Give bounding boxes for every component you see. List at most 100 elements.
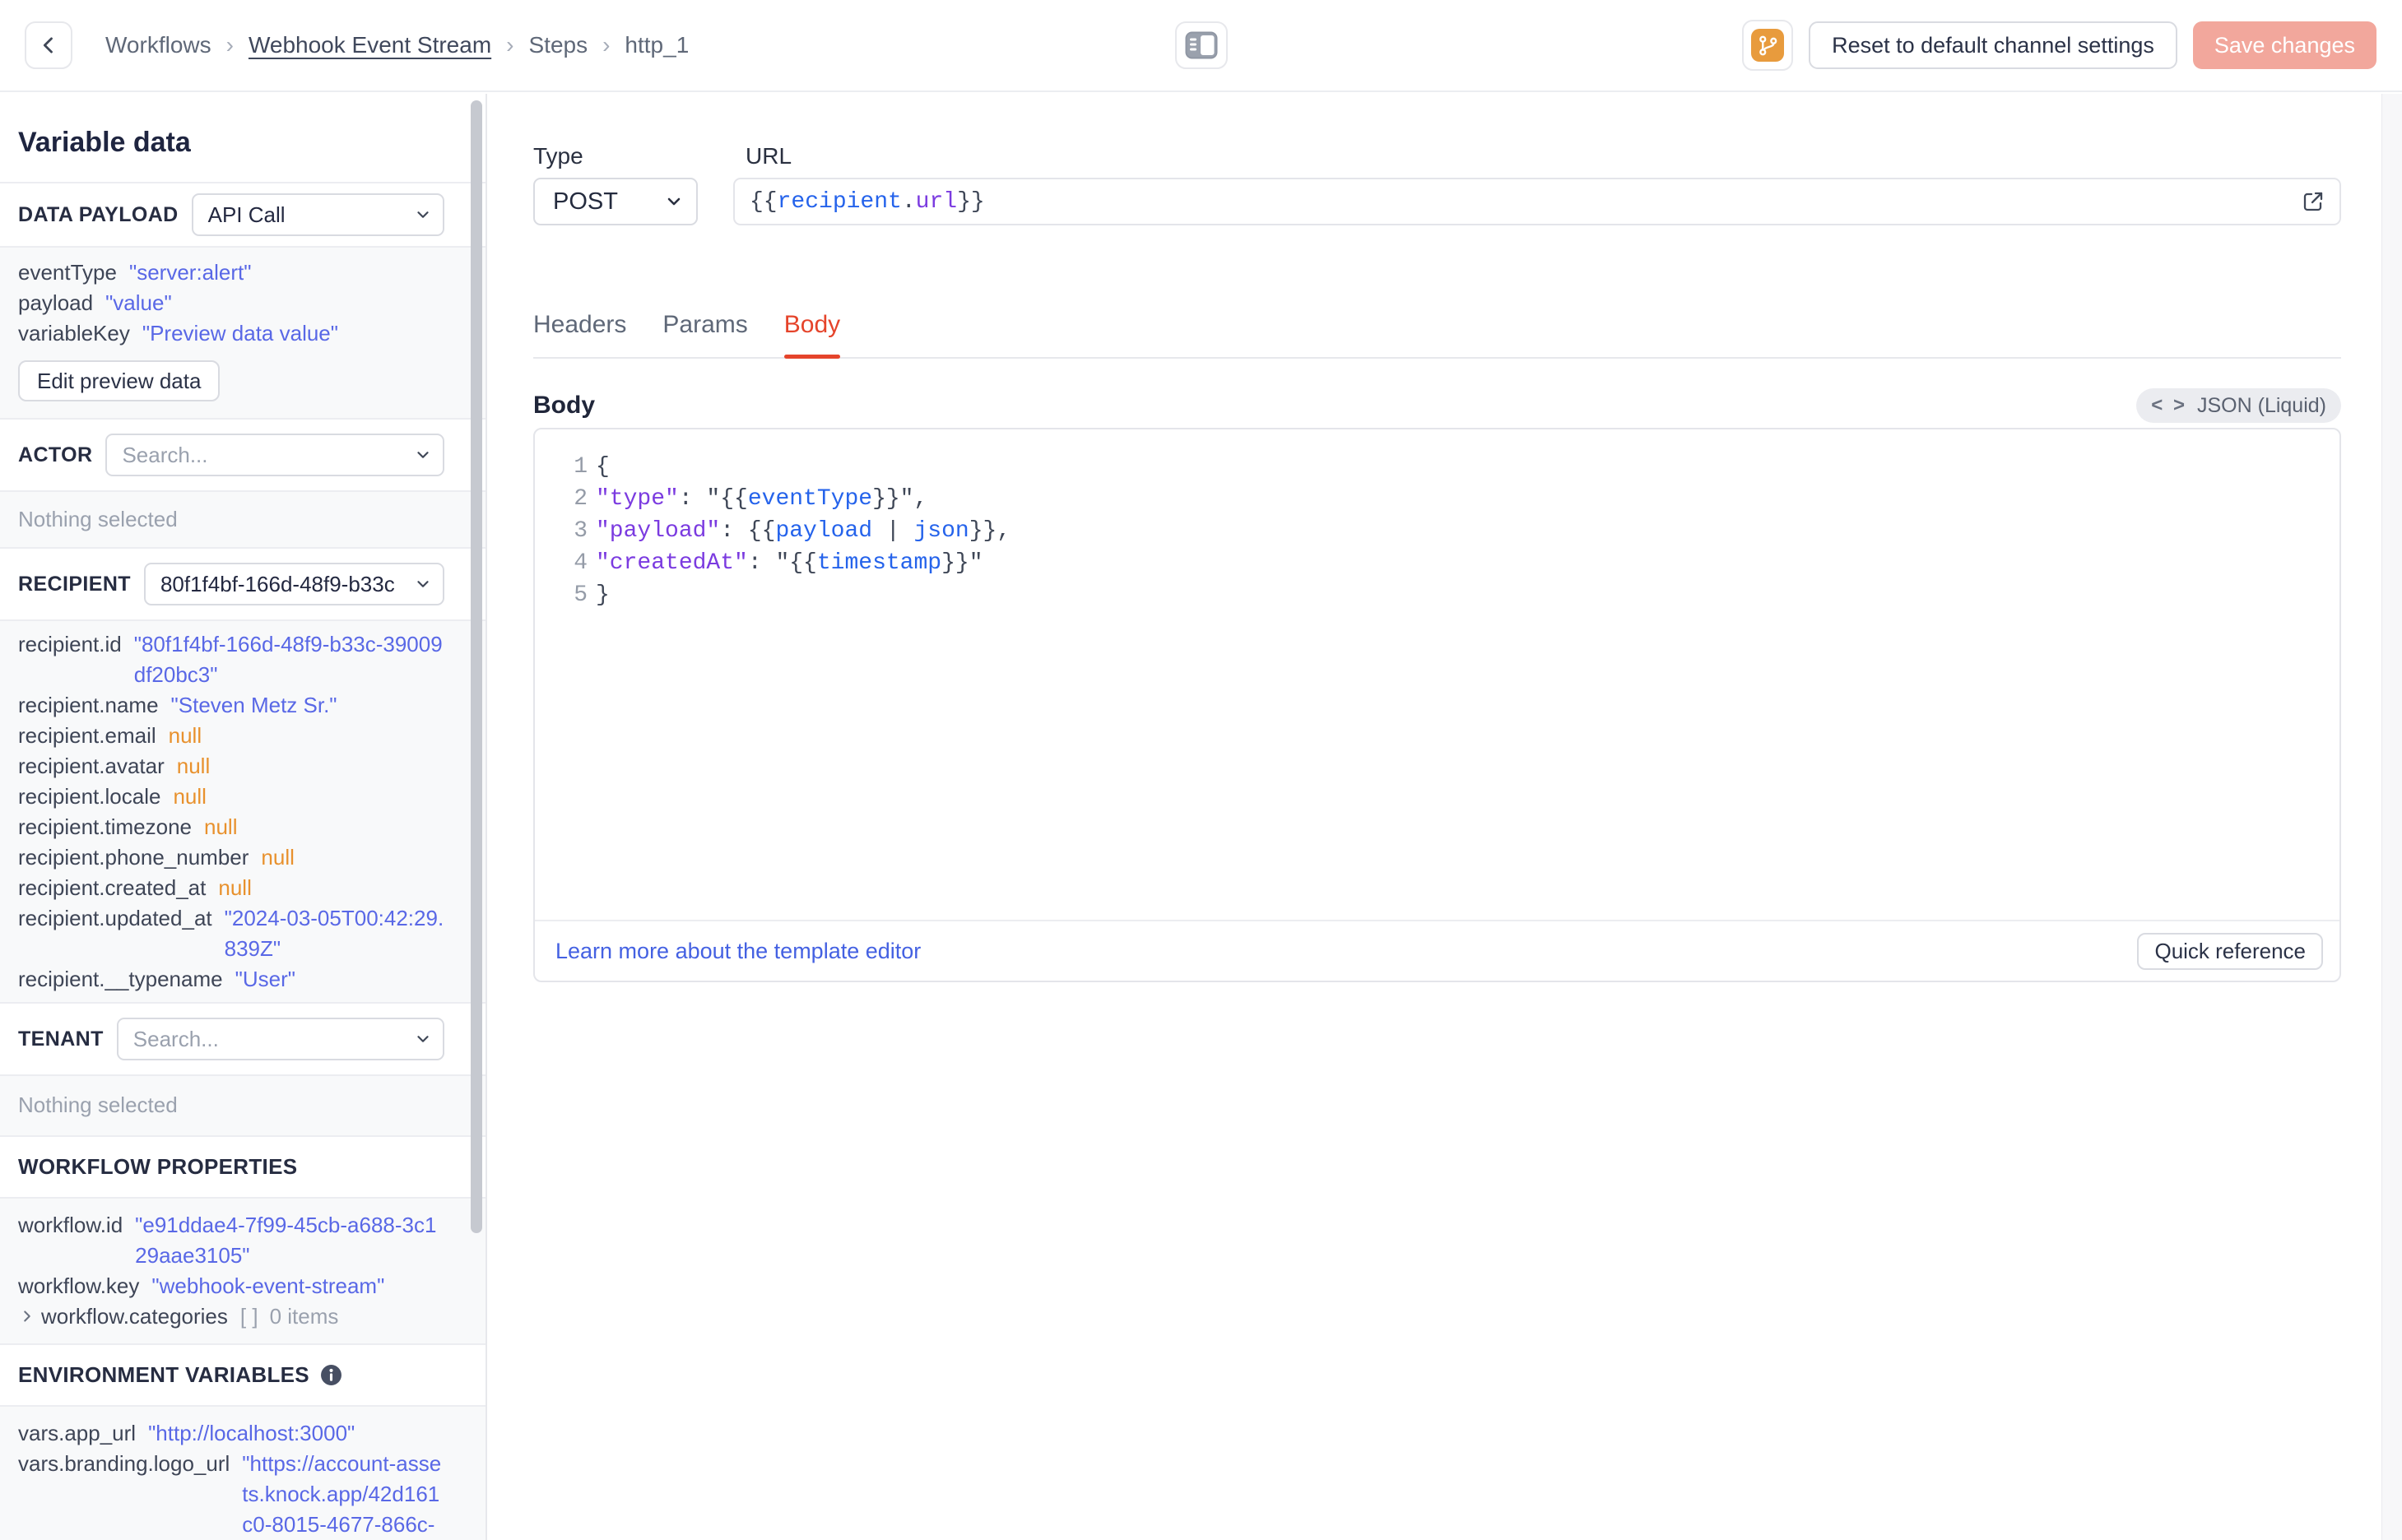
variable-value: "User" bbox=[235, 967, 295, 991]
toggle-sidebar-button[interactable] bbox=[1174, 21, 1228, 69]
sidebar-scrollbar[interactable] bbox=[471, 100, 482, 1233]
variable-value: "http://localhost:3000" bbox=[148, 1421, 355, 1445]
env-fields: vars.app_url "http://localhost:3000" vars.… bbox=[18, 1418, 444, 1540]
breadcrumb-item-steps[interactable]: Steps bbox=[528, 32, 588, 58]
variable-row: workflow.id "e91ddae4-7f99-45cb-a688-3c12… bbox=[18, 1210, 444, 1271]
code-line: 2 "type": "{{eventType}}", bbox=[535, 483, 2339, 515]
code-line: 5} bbox=[535, 579, 2339, 611]
url-value: {{recipient.url}} bbox=[750, 189, 985, 215]
tab-params[interactable]: Params bbox=[662, 311, 747, 357]
token-p: { bbox=[596, 454, 610, 480]
line-number: 2 bbox=[574, 486, 588, 512]
actor-search-select[interactable]: Search... bbox=[105, 434, 444, 476]
variable-value: "server:alert" bbox=[128, 260, 252, 285]
tab-headers[interactable]: Headers bbox=[533, 311, 626, 357]
recipient-fields: recipient.id "80f1f4bf-166d-48f9-b33c-390… bbox=[18, 629, 444, 995]
workflow-categories-bracket: [ ] bbox=[239, 1304, 258, 1329]
token-key: url bbox=[915, 188, 958, 215]
variable-row: recipient.timezone null bbox=[18, 812, 444, 842]
line-number: 3 bbox=[574, 518, 588, 544]
data-payload-fields: eventType "server:alert" payload "value" var… bbox=[18, 257, 444, 349]
breadcrumb-item-workflows[interactable]: Workflows bbox=[105, 32, 211, 58]
page-scrollbar-track[interactable] bbox=[2381, 94, 2402, 1540]
tenant-empty-state: Nothing selected bbox=[0, 1076, 486, 1137]
environment-variables-label: ENVIRONMENT VARIABLES bbox=[18, 1362, 309, 1387]
data-payload-selected-value: API Call bbox=[207, 202, 286, 227]
token-p: }} bbox=[957, 188, 985, 215]
variable-value: "Steven Metz Sr." bbox=[170, 693, 337, 717]
variable-row: eventType "server:alert" bbox=[18, 257, 444, 288]
token-p: . bbox=[901, 188, 916, 215]
variable-value: "80f1f4bf-166d-48f9-b33c-39009df20bc3" bbox=[133, 632, 443, 687]
data-payload-label: DATA PAYLOAD bbox=[18, 202, 179, 226]
token-p: }}", bbox=[872, 486, 928, 512]
git-branch-icon bbox=[1751, 29, 1785, 62]
token-key: "type" bbox=[596, 486, 679, 512]
token-var: timestamp bbox=[816, 550, 942, 576]
workflow-categories-row[interactable]: workflow.categories [ ] 0 items bbox=[18, 1301, 444, 1332]
request-config-row: Type POST URL {{recipient.url}} bbox=[533, 143, 2341, 225]
quick-reference-button[interactable]: Quick reference bbox=[2137, 932, 2323, 970]
variable-key: recipient.phone_number bbox=[18, 845, 249, 870]
workflow-fields: workflow.id "e91ddae4-7f99-45cb-a688-3c12… bbox=[18, 1210, 444, 1301]
reset-channel-settings-button[interactable]: Reset to default channel settings bbox=[1809, 21, 2177, 69]
code-editor-area[interactable]: 1{2 "type": "{{eventType}}", 3 "payload": {… bbox=[535, 429, 2339, 920]
commit-changes-button[interactable] bbox=[1742, 20, 1794, 71]
tenant-row: TENANT Search... bbox=[0, 1004, 486, 1076]
edit-preview-data-button[interactable]: Edit preview data bbox=[18, 360, 221, 401]
template-editor-docs-link[interactable]: Learn more about the template editor bbox=[555, 939, 921, 964]
variable-row: recipient.avatar null bbox=[18, 751, 444, 782]
variable-row: recipient.__typename "User" bbox=[18, 964, 444, 995]
recipient-selected-value: 80f1f4bf-166d-48f9-b33c bbox=[160, 571, 395, 596]
code-line: 3 "payload": {{payload | json}}, bbox=[535, 515, 2339, 547]
variable-row: vars.branding.logo_url "https://account-a… bbox=[18, 1449, 444, 1540]
variable-row: recipient.locale null bbox=[18, 782, 444, 812]
data-payload-select[interactable]: API Call bbox=[191, 193, 444, 236]
token-key: "payload" bbox=[596, 518, 721, 544]
topbar-actions: Reset to default channel settings Save c… bbox=[1742, 20, 2376, 71]
token-var: payload bbox=[775, 518, 873, 544]
variable-key: recipient.created_at bbox=[18, 875, 207, 900]
actor-label: ACTOR bbox=[18, 443, 93, 466]
variable-value: "Preview data value" bbox=[142, 321, 338, 346]
sidebar-panel-icon bbox=[1185, 31, 1218, 59]
variable-row: recipient.created_at null bbox=[18, 873, 444, 903]
method-select[interactable]: POST bbox=[533, 178, 698, 225]
tab-body[interactable]: Body bbox=[783, 311, 841, 359]
variable-value: null bbox=[218, 875, 252, 900]
variable-row: recipient.name "Steven Metz Sr." bbox=[18, 690, 444, 721]
sidebar-title: Variable data bbox=[0, 94, 486, 183]
variable-row: payload "value" bbox=[18, 288, 444, 318]
variable-value: null bbox=[168, 723, 202, 748]
variable-value: null bbox=[173, 784, 207, 809]
method-selected-value: POST bbox=[553, 188, 618, 215]
line-content: "payload": {{payload | json}}, bbox=[596, 515, 1011, 547]
variable-row: recipient.phone_number null bbox=[18, 842, 444, 873]
variable-key: variableKey bbox=[18, 321, 130, 346]
variable-value: null bbox=[176, 754, 211, 778]
line-number: 1 bbox=[574, 454, 588, 480]
breadcrumb-item-webhook-event-stream[interactable]: Webhook Event Stream bbox=[249, 32, 491, 58]
line-content: "createdAt": "{{timestamp}}" bbox=[596, 547, 983, 579]
line-number: 5 bbox=[574, 582, 588, 608]
chevron-down-icon bbox=[414, 206, 432, 224]
variable-row: vars.app_url "http://localhost:3000" bbox=[18, 1418, 444, 1449]
tenant-search-select[interactable]: Search... bbox=[116, 1018, 444, 1060]
variable-key: workflow.key bbox=[18, 1273, 140, 1298]
environment-variables-header: ENVIRONMENT VARIABLES bbox=[0, 1345, 486, 1407]
variable-key: vars.branding.logo_url bbox=[18, 1451, 230, 1476]
variable-value: "value" bbox=[105, 290, 172, 315]
url-input[interactable]: {{recipient.url}} bbox=[733, 178, 2341, 225]
recipient-select[interactable]: 80f1f4bf-166d-48f9-b33c bbox=[143, 563, 444, 605]
info-icon[interactable] bbox=[320, 1364, 342, 1386]
recipient-label: RECIPIENT bbox=[18, 572, 131, 596]
variable-key: recipient.email bbox=[18, 723, 156, 748]
workflow-categories-key: workflow.categories bbox=[41, 1304, 228, 1329]
line-content: { bbox=[596, 451, 610, 483]
token-p: : {{ bbox=[720, 518, 776, 544]
back-button[interactable] bbox=[25, 21, 72, 69]
type-label: Type bbox=[533, 143, 583, 169]
save-changes-button[interactable]: Save changes bbox=[2192, 21, 2376, 69]
external-link-icon[interactable] bbox=[2300, 188, 2326, 215]
chevron-down-icon bbox=[414, 575, 432, 593]
